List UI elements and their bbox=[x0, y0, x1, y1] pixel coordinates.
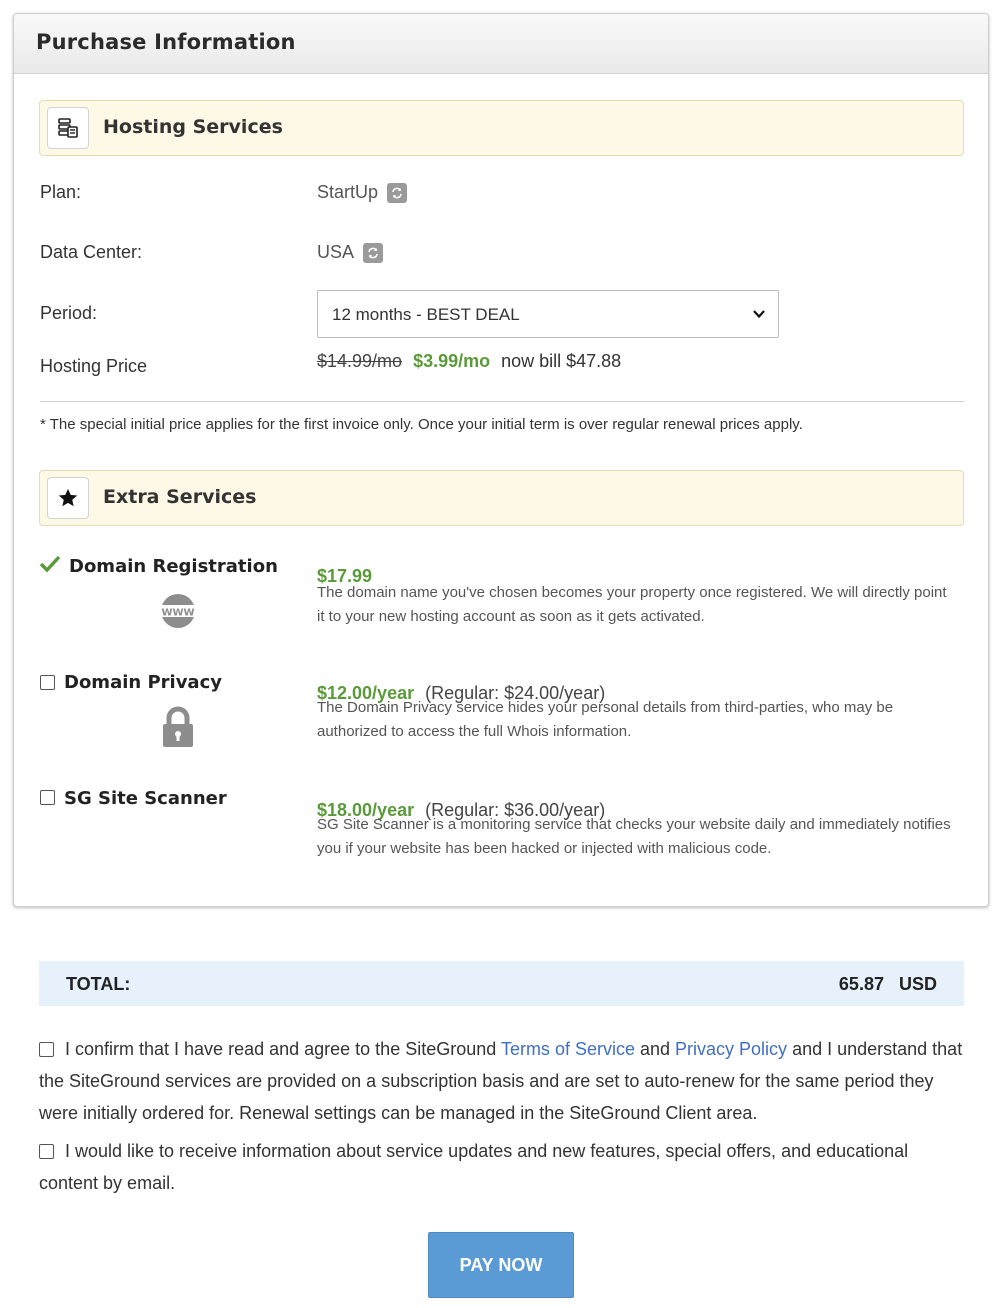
newsletter-agreement: I would like to receive information abou… bbox=[39, 1135, 964, 1199]
change-plan-icon[interactable] bbox=[387, 182, 408, 203]
total-bar: TOTAL: 65.87 USD bbox=[39, 961, 964, 1006]
domain-privacy-checkbox[interactable] bbox=[40, 675, 55, 690]
newsletter-checkbox[interactable] bbox=[39, 1144, 54, 1159]
plan-value: StartUp bbox=[317, 182, 379, 202]
extra-services-bar: Extra Services bbox=[39, 470, 964, 526]
site-scanner-name: SG Site Scanner bbox=[64, 788, 227, 809]
star-icon bbox=[47, 477, 89, 519]
terms-checkbox[interactable] bbox=[39, 1042, 54, 1057]
terms-text-1: I confirm that I have read and agree to … bbox=[65, 1039, 501, 1059]
pay-now-button[interactable]: PAY NOW bbox=[428, 1232, 574, 1298]
period-label: Period: bbox=[40, 303, 98, 323]
hosting-services-bar: Hosting Services bbox=[39, 100, 964, 156]
newsletter-text: I would like to receive information abou… bbox=[39, 1141, 909, 1193]
chevron-down-icon bbox=[752, 307, 766, 326]
old-price: $14.99/mo bbox=[317, 351, 403, 371]
new-price: $3.99/mo bbox=[413, 351, 491, 371]
svg-text:WWW: WWW bbox=[161, 608, 194, 619]
datacenter-label: Data Center: bbox=[40, 242, 143, 262]
extra-services-title: Extra Services bbox=[103, 486, 257, 508]
bill-text: now bill $47.88 bbox=[501, 351, 622, 371]
terms-of-service-link[interactable]: Terms of Service bbox=[501, 1039, 635, 1059]
domain-privacy-name: Domain Privacy bbox=[64, 672, 222, 693]
period-select[interactable]: 12 months - BEST DEAL bbox=[317, 290, 779, 338]
checkmark-icon bbox=[39, 555, 61, 578]
terms-text-2: and bbox=[634, 1039, 676, 1059]
total-value: 65.87 bbox=[838, 974, 884, 994]
www-globe-icon: WWW bbox=[160, 593, 196, 634]
padlock-icon bbox=[161, 706, 195, 753]
datacenter-value-row: USA bbox=[317, 242, 384, 263]
divider bbox=[40, 401, 964, 402]
hosting-services-title: Hosting Services bbox=[103, 116, 283, 138]
purchase-information-panel: Purchase Information Hosting Services Pl… bbox=[13, 13, 989, 907]
total-amount: 65.87 USD bbox=[839, 974, 937, 995]
hosting-price-label: Hosting Price bbox=[40, 356, 148, 376]
privacy-policy-link[interactable]: Privacy Policy bbox=[675, 1039, 787, 1059]
total-label: TOTAL: bbox=[66, 974, 131, 994]
total-currency: USD bbox=[898, 974, 937, 994]
change-datacenter-icon[interactable] bbox=[363, 242, 384, 263]
site-scanner-description: SG Site Scanner is a monitoring service … bbox=[317, 816, 951, 857]
datacenter-value: USA bbox=[317, 242, 355, 262]
domain-registration-name: Domain Registration bbox=[69, 556, 278, 577]
panel-title: Purchase Information bbox=[36, 30, 296, 54]
plan-value-row: StartUp bbox=[317, 182, 408, 203]
server-icon bbox=[47, 107, 89, 149]
hosting-price-row: $14.99/mo $3.99/mo now bill $47.88 bbox=[317, 351, 621, 372]
panel-header: Purchase Information bbox=[14, 14, 988, 74]
domain-registration-description: The domain name you've chosen becomes yo… bbox=[317, 584, 947, 625]
terms-agreement: I confirm that I have read and agree to … bbox=[39, 1033, 964, 1129]
domain-privacy-description: The Domain Privacy service hides your pe… bbox=[317, 699, 894, 740]
period-selected-value: 12 months - BEST DEAL bbox=[332, 305, 520, 324]
initial-price-note: * The special initial price applies for … bbox=[40, 416, 803, 433]
plan-label: Plan: bbox=[40, 182, 82, 202]
site-scanner-checkbox[interactable] bbox=[40, 790, 55, 805]
